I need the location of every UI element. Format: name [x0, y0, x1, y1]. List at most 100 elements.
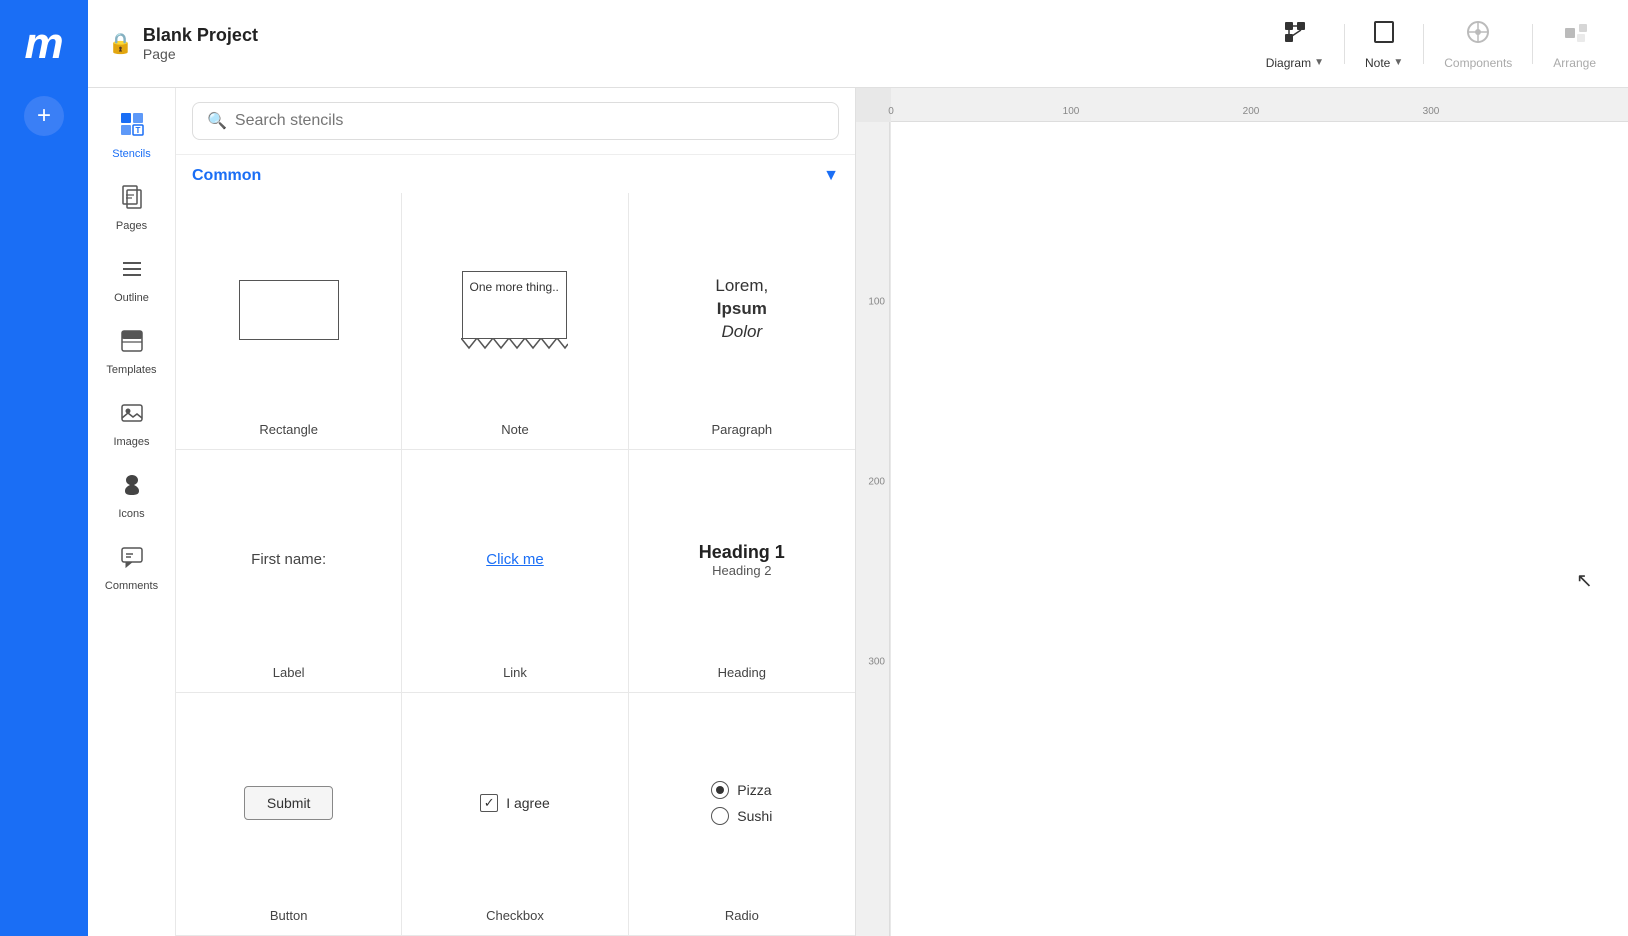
ruler-top: 0 100 200 300	[891, 88, 1628, 122]
stencil-checkbox[interactable]: ✓ I agree Checkbox	[402, 693, 628, 936]
project-title: Blank Project	[143, 25, 258, 46]
radio-circle-2	[711, 807, 729, 825]
stencils-icon: T	[118, 110, 146, 144]
stencils-grid: Rectangle One more thing..	[176, 193, 855, 936]
arrange-icon	[1561, 18, 1589, 52]
checkbox-box: ✓	[480, 794, 498, 812]
checkbox-name: Checkbox	[486, 908, 544, 923]
search-bar: 🔍	[176, 88, 855, 155]
stencil-link[interactable]: Click me Link	[402, 450, 628, 693]
heading2-text: Heading 2	[699, 563, 785, 578]
brand-bar: m +	[0, 0, 88, 936]
canvas-white[interactable]	[891, 122, 1628, 936]
note-tool[interactable]: Note ▼	[1353, 10, 1415, 78]
search-input[interactable]	[235, 112, 824, 130]
button-preview-text: Submit	[244, 786, 334, 820]
add-button[interactable]: +	[24, 96, 64, 136]
ruler-v-tick-300: 300	[868, 657, 885, 668]
stencil-note[interactable]: One more thing.. Note	[402, 193, 628, 450]
images-icon	[119, 400, 145, 432]
stencil-heading[interactable]: Heading 1 Heading 2 Heading	[629, 450, 855, 693]
stencil-label[interactable]: First name: Label	[176, 450, 402, 693]
tool-divider-2	[1423, 24, 1424, 64]
arrange-label: Arrange	[1553, 56, 1596, 70]
ruler-v-tick-100: 100	[868, 297, 885, 308]
paragraph-preview: Lorem, Ipsum Dolor	[637, 209, 847, 410]
content-area: T Stencils Pages	[88, 88, 1628, 936]
header-left: 🔒 Blank Project Page	[108, 25, 258, 62]
section-header-common[interactable]: Common ▼	[176, 155, 855, 193]
sidebar-item-comments[interactable]: Comments	[92, 532, 172, 604]
ruler-h-tick-0: 0	[888, 106, 894, 121]
project-info: Blank Project Page	[143, 25, 258, 62]
outline-icon	[119, 256, 145, 288]
outline-label: Outline	[114, 292, 149, 304]
canvas-area[interactable]: 0 100 200 300 100 200 300 ↖	[856, 88, 1628, 936]
search-icon: 🔍	[207, 111, 227, 131]
label-preview-text: First name:	[251, 551, 326, 568]
para-line2: Ipsum	[715, 298, 768, 321]
section-chevron: ▼	[823, 167, 839, 185]
header-tools: Diagram ▼ Note ▼	[1254, 10, 1608, 78]
link-preview-text: Click me	[486, 551, 544, 568]
ruler-v-tick-200: 200	[868, 477, 885, 488]
note-label: Note	[1365, 56, 1390, 70]
ruler-h-tick-300: 300	[1423, 106, 1440, 121]
diagram-chevron: ▼	[1314, 57, 1324, 68]
para-line1: Lorem,	[715, 275, 768, 298]
radio-name: Radio	[725, 908, 759, 923]
components-label: Components	[1444, 56, 1512, 70]
label-name: Label	[273, 665, 305, 680]
note-chevron: ▼	[1393, 57, 1403, 68]
sidebar-item-pages[interactable]: Pages	[92, 172, 172, 244]
search-input-wrap: 🔍	[192, 102, 839, 140]
sidebar-item-templates[interactable]: Templates	[92, 316, 172, 388]
sidebar-item-icons[interactable]: Icons	[92, 460, 172, 532]
checkbox-label: I agree	[506, 795, 550, 811]
sidebar-item-stencils[interactable]: T Stencils	[92, 98, 172, 172]
rectangle-shape	[239, 280, 339, 340]
comments-label: Comments	[105, 580, 158, 592]
diagram-tool[interactable]: Diagram ▼	[1254, 10, 1336, 78]
note-preview-text: One more thing..	[463, 272, 566, 300]
diagram-label: Diagram	[1266, 56, 1311, 70]
icons-label: Icons	[118, 508, 144, 520]
heading-preview: Heading 1 Heading 2	[637, 466, 847, 653]
button-name: Button	[270, 908, 308, 923]
sidebar-icons: T Stencils Pages	[88, 88, 176, 936]
diagram-icon	[1281, 18, 1309, 52]
note-icon	[1370, 18, 1398, 52]
link-name: Link	[503, 665, 527, 680]
arrange-tool[interactable]: Arrange	[1541, 10, 1608, 78]
tool-divider-3	[1532, 24, 1533, 64]
checkbox-preview: ✓ I agree	[410, 709, 619, 896]
stencil-rectangle[interactable]: Rectangle	[176, 193, 402, 450]
ruler-left: 100 200 300	[856, 122, 890, 936]
components-tool[interactable]: Components	[1432, 10, 1524, 78]
radio-option2: Sushi	[737, 808, 772, 824]
pages-icon	[119, 184, 145, 216]
paragraph-name: Paragraph	[711, 422, 772, 437]
ruler-h-tick-100: 100	[1063, 106, 1080, 121]
heading1-text: Heading 1	[699, 542, 785, 563]
link-preview: Click me	[410, 466, 619, 653]
stencil-radio[interactable]: Pizza Sushi Radio	[629, 693, 855, 936]
radio-preview: Pizza Sushi	[637, 709, 847, 896]
label-preview: First name:	[184, 466, 393, 653]
ruler-h-tick-200: 200	[1243, 106, 1260, 121]
sidebar-item-images[interactable]: Images	[92, 388, 172, 460]
stencil-button[interactable]: Submit Button	[176, 693, 402, 936]
images-label: Images	[113, 436, 149, 448]
header: 🔒 Blank Project Page	[88, 0, 1628, 88]
components-icon	[1464, 18, 1492, 52]
project-page: Page	[143, 46, 258, 62]
brand-logo: m	[0, 0, 88, 88]
sidebar-item-outline[interactable]: Outline	[92, 244, 172, 316]
main-container: 🔒 Blank Project Page	[88, 0, 1628, 936]
icons-icon	[119, 472, 145, 504]
radio-option1: Pizza	[737, 782, 771, 798]
rectangle-preview	[184, 209, 393, 410]
svg-text:T: T	[135, 126, 140, 135]
lock-icon: 🔒	[108, 31, 133, 56]
stencil-paragraph[interactable]: Lorem, Ipsum Dolor Paragraph	[629, 193, 855, 450]
